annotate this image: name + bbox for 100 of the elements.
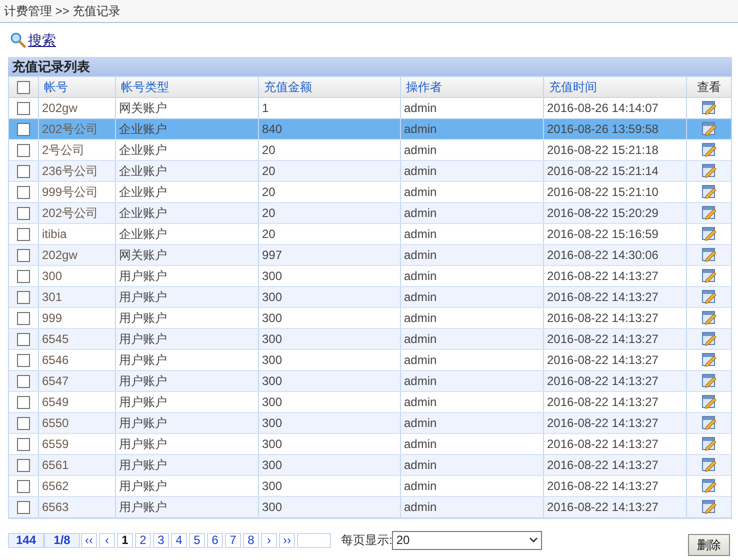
checkbox[interactable] bbox=[17, 290, 30, 304]
page-button[interactable]: ‹‹ bbox=[81, 532, 97, 548]
table-cell-text: 6549 bbox=[42, 394, 69, 411]
table-cell-text: 2016-08-22 14:13:27 bbox=[547, 331, 658, 348]
table-row[interactable]: 999号公司 企业账户 20 admin 2016-08-22 15:21:10 bbox=[9, 182, 731, 203]
checkbox[interactable] bbox=[17, 206, 30, 220]
checkbox[interactable] bbox=[17, 332, 30, 346]
page-button[interactable]: 3 bbox=[153, 532, 169, 548]
edit-icon[interactable] bbox=[702, 311, 716, 325]
table-cell-text: admin bbox=[404, 478, 437, 495]
checkbox[interactable] bbox=[17, 354, 30, 366]
table-row[interactable]: 202号公司 企业账户 20 admin 2016-08-22 15:20:29 bbox=[9, 203, 731, 224]
table-row[interactable]: 301 用户账户 300 admin 2016-08-22 14:13:27 bbox=[9, 287, 731, 308]
table-row[interactable]: itibia 企业账户 20 admin 2016-08-22 15:16:59 bbox=[9, 224, 731, 245]
edit-icon[interactable] bbox=[702, 122, 716, 136]
column-header[interactable]: 充值金额 bbox=[259, 77, 401, 97]
edit-icon[interactable] bbox=[702, 374, 716, 388]
checkbox[interactable] bbox=[17, 144, 30, 156]
checkbox[interactable] bbox=[17, 458, 30, 472]
table-row[interactable]: 6563 用户账户 300 admin 2016-08-22 14:13:27 bbox=[9, 497, 731, 518]
edit-icon[interactable] bbox=[702, 164, 716, 178]
table-row[interactable]: 300 用户账户 300 admin 2016-08-22 14:13:27 bbox=[9, 266, 731, 287]
column-header[interactable]: 充值时间 bbox=[544, 77, 687, 97]
page-button[interactable]: 2 bbox=[135, 532, 151, 548]
page-size-select[interactable]: 20 bbox=[392, 530, 542, 550]
table-row[interactable]: 6562 用户账户 300 admin 2016-08-22 14:13:27 bbox=[9, 476, 731, 497]
table-row[interactable]: 202gw 网关账户 997 admin 2016-08-22 14:30:06 bbox=[9, 245, 731, 266]
edit-icon[interactable] bbox=[702, 290, 716, 304]
edit-icon[interactable] bbox=[702, 416, 716, 430]
table-row[interactable]: 6561 用户账户 300 admin 2016-08-22 14:13:27 bbox=[9, 455, 731, 476]
table-row[interactable]: 999 用户账户 300 admin 2016-08-22 14:13:27 bbox=[9, 308, 731, 329]
edit-icon[interactable] bbox=[702, 332, 716, 346]
edit-icon[interactable] bbox=[702, 269, 716, 283]
page-button[interactable]: 6 bbox=[207, 532, 223, 548]
column-header[interactable]: 帐号类型 bbox=[116, 77, 259, 97]
edit-icon[interactable] bbox=[702, 437, 716, 451]
checkbox[interactable] bbox=[17, 228, 30, 240]
checkbox[interactable] bbox=[17, 80, 30, 94]
checkbox[interactable] bbox=[17, 438, 30, 450]
page-button[interactable]: › bbox=[261, 532, 277, 548]
page-button[interactable]: 7 bbox=[225, 532, 241, 548]
table-row[interactable]: 202gw 网关账户 1 admin 2016-08-26 14:14:07 bbox=[9, 98, 731, 119]
table-cell-text: 用户账户 bbox=[119, 394, 167, 411]
table-cell-text: 300 bbox=[262, 394, 282, 411]
table-cell-text: 2016-08-22 14:13:27 bbox=[547, 499, 658, 516]
edit-icon[interactable] bbox=[702, 206, 716, 220]
delete-button[interactable]: 删除 bbox=[688, 534, 730, 556]
table-cell-text: 企业账户 bbox=[119, 121, 167, 138]
page-button[interactable]: 8 bbox=[243, 532, 259, 548]
table-row[interactable]: 6559 用户账户 300 admin 2016-08-22 14:13:27 bbox=[9, 434, 731, 455]
edit-icon[interactable] bbox=[702, 500, 716, 514]
page-button[interactable]: 4 bbox=[171, 532, 187, 548]
edit-icon[interactable] bbox=[702, 143, 716, 157]
table-cell-text: 6546 bbox=[42, 352, 69, 369]
page-button[interactable]: ‹ bbox=[99, 532, 115, 548]
column-header[interactable]: 帐号 bbox=[39, 77, 116, 97]
table-cell-text: 999 bbox=[42, 310, 62, 327]
edit-icon[interactable] bbox=[702, 248, 716, 262]
table-row[interactable]: 6545 用户账户 300 admin 2016-08-22 14:13:27 bbox=[9, 329, 731, 350]
table-row[interactable]: 6549 用户账户 300 admin 2016-08-22 14:13:27 bbox=[9, 392, 731, 413]
table-cell-text: 2016-08-22 15:21:14 bbox=[547, 163, 658, 180]
table-cell-text: admin bbox=[404, 436, 437, 453]
checkbox[interactable] bbox=[17, 186, 30, 198]
edit-icon[interactable] bbox=[702, 479, 716, 493]
table-row[interactable]: 2号公司 企业账户 20 admin 2016-08-22 15:21:18 bbox=[9, 140, 731, 161]
column-header[interactable]: 操作者 bbox=[401, 77, 544, 97]
checkbox[interactable] bbox=[17, 480, 30, 492]
search-link[interactable]: 搜索 bbox=[28, 30, 56, 50]
table-cell-text: 2016-08-22 15:21:10 bbox=[547, 184, 658, 201]
table-row[interactable]: 6550 用户账户 300 admin 2016-08-22 14:13:27 bbox=[9, 413, 731, 434]
table-row[interactable]: 6547 用户账户 300 admin 2016-08-22 14:13:27 bbox=[9, 371, 731, 392]
edit-icon[interactable] bbox=[702, 395, 716, 409]
edit-icon[interactable] bbox=[702, 101, 716, 115]
table-row[interactable]: 236号公司 企业账户 20 admin 2016-08-22 15:21:14 bbox=[9, 161, 731, 182]
checkbox[interactable] bbox=[17, 122, 30, 136]
page-jump-field[interactable] bbox=[297, 532, 331, 548]
edit-icon[interactable] bbox=[702, 185, 716, 199]
table-cell-text: 300 bbox=[262, 457, 282, 474]
checkbox[interactable] bbox=[17, 396, 30, 408]
checkbox[interactable] bbox=[17, 500, 30, 514]
checkbox[interactable] bbox=[17, 102, 30, 114]
page-button[interactable]: 1 bbox=[117, 532, 133, 548]
checkbox[interactable] bbox=[17, 248, 30, 262]
table-cell-text: 6561 bbox=[42, 457, 69, 474]
table-cell-text: 300 bbox=[262, 499, 282, 516]
page-button[interactable]: 5 bbox=[189, 532, 205, 548]
checkbox[interactable] bbox=[17, 270, 30, 282]
checkbox[interactable] bbox=[17, 312, 30, 324]
checkbox[interactable] bbox=[17, 164, 30, 178]
edit-icon[interactable] bbox=[702, 458, 716, 472]
table-cell-text: 6562 bbox=[42, 478, 69, 495]
edit-icon[interactable] bbox=[702, 227, 716, 241]
table-cell-text: 1 bbox=[262, 100, 269, 117]
checkbox[interactable] bbox=[17, 374, 30, 388]
table-row[interactable]: 202号公司 企业账户 840 admin 2016-08-26 13:59:58 bbox=[9, 119, 731, 140]
checkbox[interactable] bbox=[17, 416, 30, 430]
page-button[interactable]: ›› bbox=[279, 532, 295, 548]
edit-icon[interactable] bbox=[702, 353, 716, 367]
table-row[interactable]: 6546 用户账户 300 admin 2016-08-22 14:13:27 bbox=[9, 350, 731, 371]
table-cell-text: 6563 bbox=[42, 499, 69, 516]
